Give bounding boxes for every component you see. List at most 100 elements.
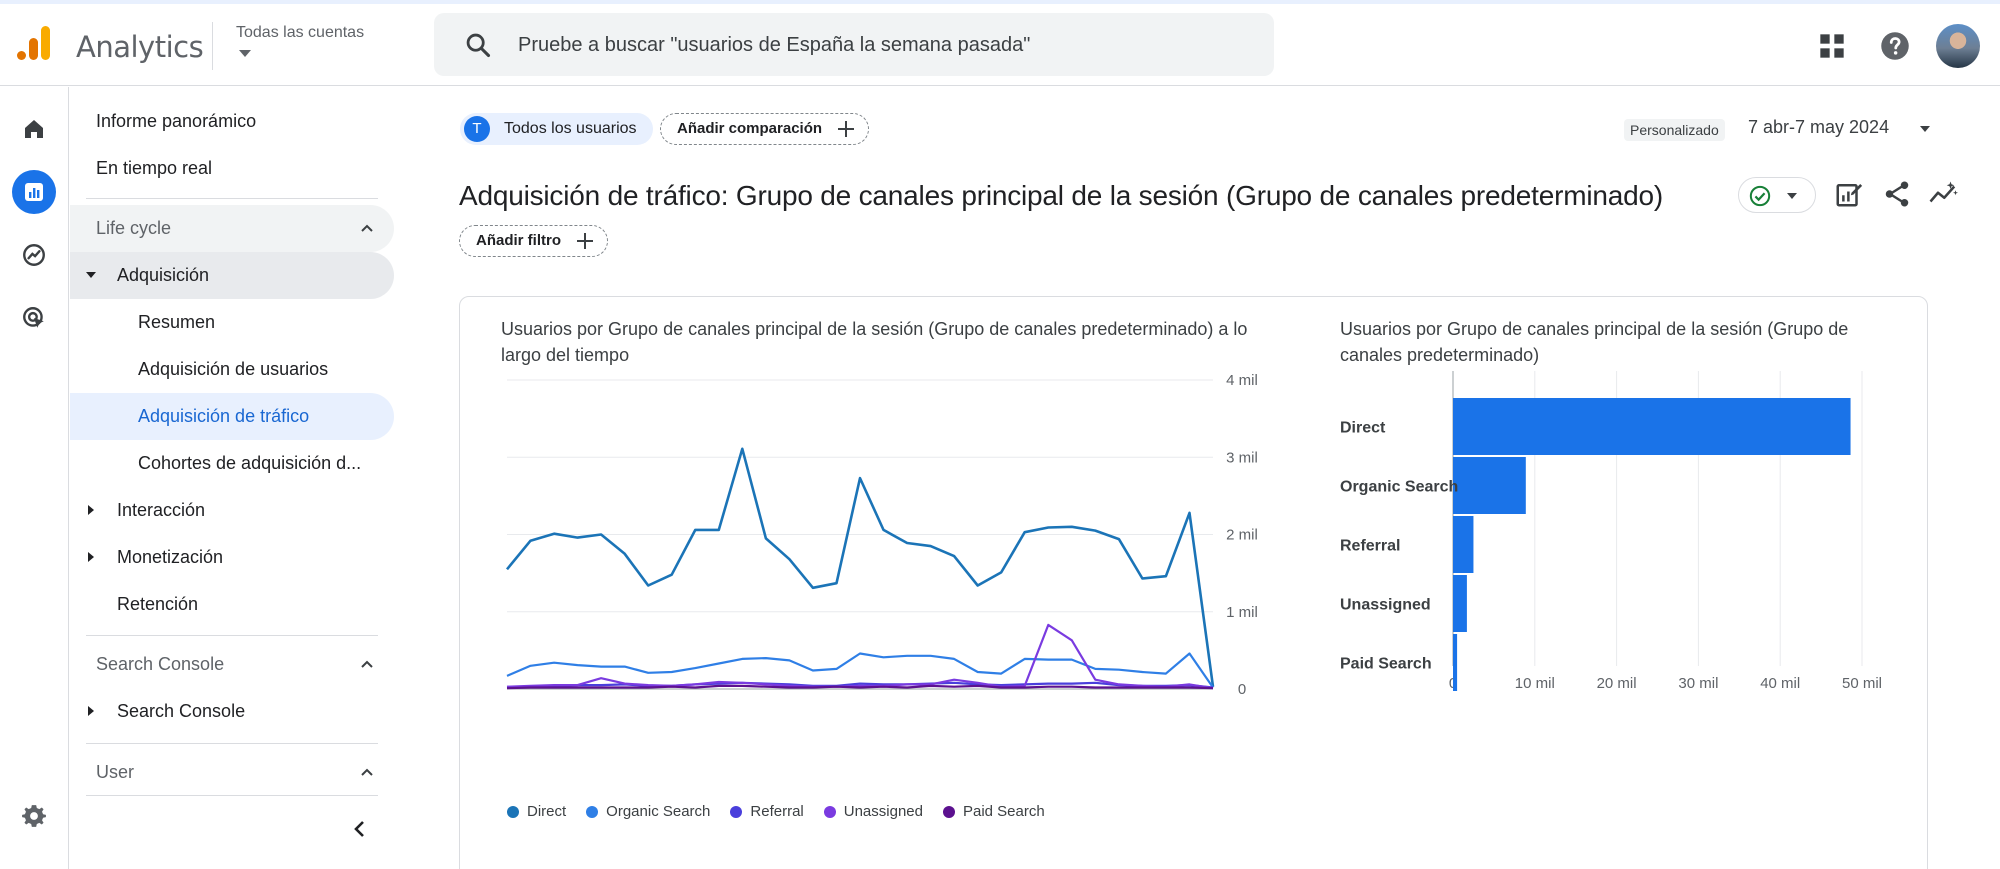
- search-input[interactable]: Pruebe a buscar "usuarios de España la s…: [518, 34, 1030, 57]
- nav-item-label: Search Console: [117, 701, 246, 721]
- category-label: Referral: [1340, 538, 1400, 555]
- customize-report-icon[interactable]: [1834, 179, 1864, 209]
- nav-adquisicion-usuarios[interactable]: Adquisición de usuarios: [70, 346, 394, 393]
- home-nav-button[interactable]: [12, 107, 56, 151]
- share-icon[interactable]: [1882, 179, 1912, 209]
- line-chart[interactable]: 01 mil2 mil3 mil4 mil07abr14212805may: [460, 367, 1280, 697]
- nav-divider: [86, 635, 378, 636]
- legend-label: Direct: [527, 803, 567, 820]
- bar-chart[interactable]: 010 mil20 mil30 mil40 mil50 milDirectOrg…: [1320, 367, 1920, 697]
- search-bar[interactable]: Pruebe a buscar "usuarios de España la s…: [434, 13, 1274, 76]
- account-selector[interactable]: Todas las cuentas: [236, 24, 364, 42]
- date-range-picker[interactable]: 7 abr-7 may 2024: [1748, 117, 1889, 138]
- nav-divider: [86, 198, 378, 199]
- add-comparison-button[interactable]: Añadir comparación: [660, 113, 870, 145]
- nav-divider: [86, 795, 378, 796]
- user-avatar[interactable]: [1936, 24, 1980, 68]
- segment-label: Todos los usuarios: [504, 120, 637, 137]
- section-label: Life cycle: [96, 218, 172, 238]
- plus-icon: [838, 121, 855, 137]
- y-tick-label: 4 mil: [1226, 372, 1258, 389]
- series-line-direct[interactable]: [505, 447, 1215, 687]
- plus-icon: [577, 233, 593, 249]
- legend-dot: [730, 805, 743, 818]
- nav-monetizacion[interactable]: Monetización: [70, 534, 394, 581]
- legend-item-paid-search[interactable]: Paid Search: [942, 803, 1045, 820]
- advertising-nav-button[interactable]: [12, 296, 56, 340]
- series-line-unassigned[interactable]: [506, 623, 1214, 690]
- segment-chip[interactable]: T Todos los usuarios: [460, 113, 653, 145]
- section-label: Search Console: [96, 654, 225, 674]
- add-comparison-label: Añadir comparación: [677, 120, 823, 137]
- legend-item-organic-search[interactable]: Organic Search: [586, 803, 710, 820]
- apps-grid-icon[interactable]: [1818, 32, 1846, 60]
- x-tick-label: 07: [507, 695, 524, 697]
- bar-unassigned[interactable]: [1453, 575, 1467, 632]
- caret-right-icon: [88, 706, 94, 716]
- nav-section-search-console[interactable]: Search Console: [70, 641, 394, 688]
- legend-label: Unassigned: [843, 803, 923, 820]
- x-tick-label: 05: [1158, 695, 1175, 697]
- nav-informe-panoramico[interactable]: Informe panorámico: [70, 98, 394, 145]
- analytics-logo-icon[interactable]: [14, 24, 54, 64]
- bar-chart-icon: [25, 183, 43, 201]
- bar-chart-title: Usuarios por Grupo de canales principal …: [1340, 319, 1849, 365]
- nav-section-user[interactable]: User: [70, 749, 394, 796]
- bar-organic-search[interactable]: [1453, 457, 1526, 514]
- header-divider: [212, 22, 213, 70]
- insights-icon[interactable]: [1928, 179, 1958, 209]
- report-navigation: Informe panorámico En tiempo real Life c…: [70, 87, 400, 869]
- report-status-dropdown[interactable]: [1738, 177, 1816, 213]
- nav-tiempo-real[interactable]: En tiempo real: [70, 145, 394, 192]
- report-content: T Todos los usuarios Añadir comparación …: [400, 87, 2000, 869]
- nav-retencion[interactable]: Retención: [70, 581, 394, 628]
- x-tick-label: 40 mil: [1760, 675, 1800, 692]
- line-chart-title: Usuarios por Grupo de canales principal …: [501, 319, 1248, 365]
- search-icon: [466, 33, 491, 58]
- gear-icon: [22, 805, 46, 827]
- nav-section-life-cycle[interactable]: Life cycle: [70, 205, 394, 252]
- check-circle-icon: [1749, 185, 1771, 207]
- caret-right-icon: [88, 505, 94, 515]
- help-icon[interactable]: [1880, 31, 1910, 61]
- collapse-nav-icon[interactable]: [348, 817, 372, 841]
- legend-item-unassigned[interactable]: Unassigned: [823, 803, 923, 820]
- nav-cohortes[interactable]: Cohortes de adquisición d...: [70, 440, 394, 487]
- admin-settings-button[interactable]: [12, 794, 56, 838]
- x-tick-label: 10 mil: [1515, 675, 1555, 692]
- add-filter-button[interactable]: Añadir filtro: [459, 225, 608, 257]
- y-tick-label: 0: [1238, 681, 1246, 697]
- category-label: Paid Search: [1340, 656, 1432, 673]
- caret-down-icon: [86, 272, 96, 278]
- line-chart-legend: Direct Organic Search Referral Unassigne…: [507, 803, 1045, 820]
- bar-paid-search[interactable]: [1453, 634, 1458, 691]
- legend-dot: [507, 805, 519, 818]
- chevron-down-icon[interactable]: [1920, 126, 1930, 132]
- legend-label: Organic Search: [606, 803, 711, 820]
- nav-adquisicion-trafico[interactable]: Adquisición de tráfico: [70, 393, 394, 440]
- date-preset-badge: Personalizado: [1624, 119, 1725, 141]
- nav-resumen[interactable]: Resumen: [70, 299, 394, 346]
- category-label: Organic Search: [1340, 479, 1458, 496]
- x-tick-label: 20 mil: [1597, 675, 1637, 692]
- explore-icon: [23, 244, 45, 266]
- chevron-down-icon[interactable]: [239, 50, 251, 57]
- reports-nav-button[interactable]: [12, 170, 56, 214]
- charts-card: Usuarios por Grupo de canales principal …: [459, 296, 1928, 869]
- chevron-up-icon: [361, 768, 373, 776]
- bar-referral[interactable]: [1453, 516, 1474, 573]
- nav-adquisicion[interactable]: Adquisición: [70, 252, 394, 299]
- nav-divider: [86, 743, 378, 744]
- nav-search-console[interactable]: Search Console: [70, 688, 394, 735]
- legend-label: Paid Search: [962, 803, 1045, 820]
- nav-interaccion[interactable]: Interacción: [70, 487, 394, 534]
- nav-item-label: Monetización: [117, 547, 224, 567]
- x-tick-label: 14: [672, 695, 689, 697]
- explore-nav-button[interactable]: [12, 233, 56, 277]
- legend-item-referral[interactable]: Referral: [730, 803, 804, 820]
- chevron-up-icon: [361, 224, 373, 232]
- bar-direct[interactable]: [1453, 398, 1851, 455]
- caret-right-icon: [88, 552, 94, 562]
- legend-item-direct[interactable]: Direct: [507, 803, 566, 820]
- section-label: User: [96, 762, 135, 782]
